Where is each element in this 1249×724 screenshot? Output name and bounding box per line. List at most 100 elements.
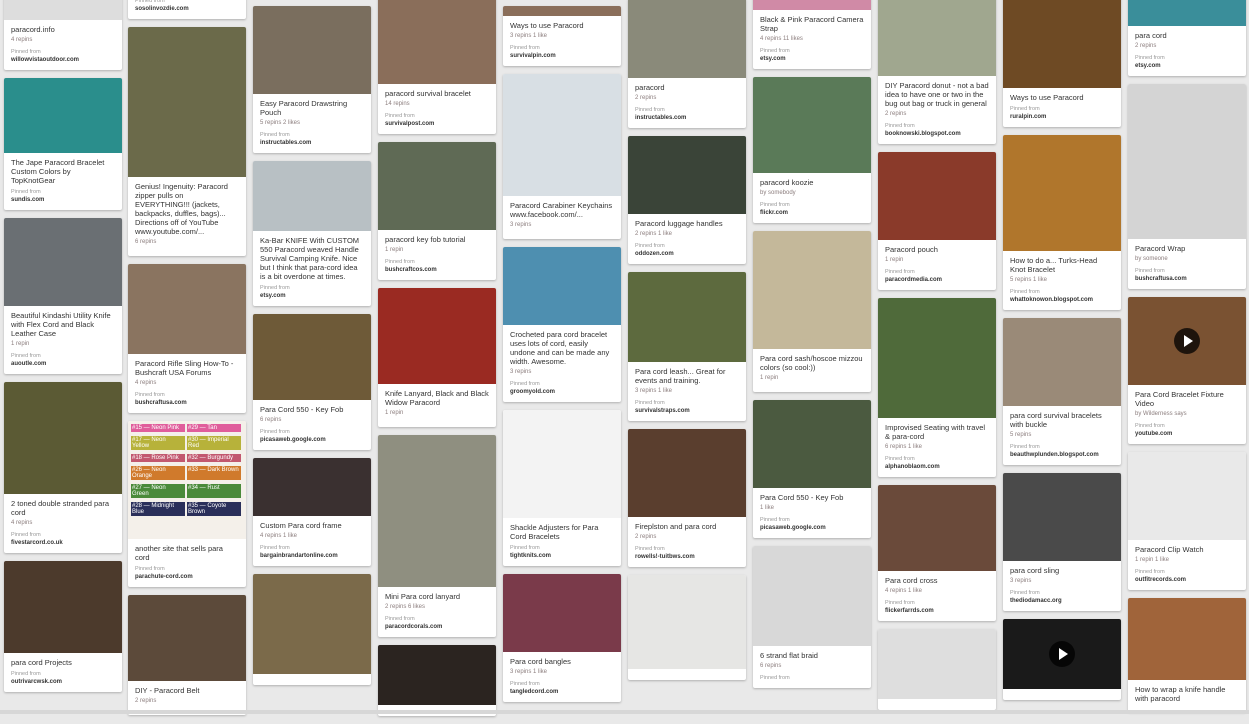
pin-image[interactable] bbox=[1128, 598, 1246, 680]
pin-card[interactable]: Ways to use Paracord Pinned from ruralpin.… bbox=[1003, 0, 1121, 127]
pin-card[interactable]: paracord koozie by somebody Pinned from fli… bbox=[753, 77, 871, 223]
pin-card[interactable]: #15 — Neon Pink #29 — Tan #17 — Neon Yello… bbox=[128, 421, 246, 587]
pin-card[interactable]: Pinned from sosolinvozdie.com bbox=[128, 0, 246, 19]
pin-image[interactable] bbox=[378, 645, 496, 705]
scrollbar-horizontal[interactable] bbox=[0, 710, 1249, 714]
pin-image[interactable] bbox=[4, 218, 122, 306]
pin-source[interactable]: flickerfarrds.com bbox=[885, 607, 989, 615]
pin-card[interactable]: Para cord sash/hoscoe mizzou colors (so … bbox=[753, 231, 871, 392]
pin-card[interactable]: Crocheted para cord bracelet uses lots o… bbox=[503, 247, 621, 402]
pin-source[interactable]: tightknits.com bbox=[510, 552, 614, 560]
pin-card[interactable]: para cord sling 3 repins Pinned from thedio… bbox=[1003, 473, 1121, 611]
pin-card[interactable] bbox=[878, 629, 996, 710]
pin-card[interactable]: para cord Projects Pinned from outrivarcws… bbox=[4, 561, 122, 692]
pin-card[interactable] bbox=[1003, 619, 1121, 700]
pin-card[interactable]: Mini Para cord lanyard 2 repins 6 likes Pi… bbox=[378, 435, 496, 637]
pin-source[interactable]: etsy.com bbox=[1135, 62, 1239, 70]
pin-image[interactable] bbox=[4, 561, 122, 653]
pin-image[interactable] bbox=[4, 0, 122, 20]
pin-source[interactable]: paracordcorals.com bbox=[385, 623, 489, 631]
pin-card[interactable] bbox=[253, 574, 371, 685]
pin-card[interactable] bbox=[628, 575, 746, 680]
pin-source[interactable]: bushcraftusa.com bbox=[1135, 275, 1239, 283]
pin-card[interactable]: How to do a... Turks-Head Knot Bracelet 5… bbox=[1003, 135, 1121, 310]
pin-image[interactable] bbox=[878, 629, 996, 699]
pin-card[interactable]: Custom Para cord frame 4 repins 1 like Pin… bbox=[253, 458, 371, 566]
pin-source[interactable]: sosolinvozdie.com bbox=[135, 5, 239, 13]
pin-image[interactable] bbox=[1003, 473, 1121, 561]
pin-card[interactable]: Paracord Clip Watch 1 repin 1 like Pinned … bbox=[1128, 452, 1246, 590]
pin-card[interactable]: paracord.info 4 repins Pinned from willowvi… bbox=[4, 0, 122, 70]
pin-source[interactable]: paracordmedia.com bbox=[885, 276, 989, 284]
pin-card[interactable]: Para Cord 550 - Key Fob 1 like Pinned from… bbox=[753, 400, 871, 538]
pin-image[interactable] bbox=[378, 435, 496, 587]
pin-image[interactable] bbox=[1128, 0, 1246, 26]
pin-image[interactable]: #15 — Neon Pink #29 — Tan #17 — Neon Yello… bbox=[128, 421, 246, 539]
pin-card[interactable]: Para cord bangles 3 repins 1 like Pinned f… bbox=[503, 574, 621, 702]
pin-image[interactable] bbox=[628, 136, 746, 214]
pin-source[interactable]: survivalstraps.com bbox=[635, 407, 739, 415]
pin-card[interactable]: paracord 2 repins Pinned from instructables… bbox=[628, 0, 746, 128]
pin-image[interactable] bbox=[878, 485, 996, 571]
pin-image[interactable] bbox=[1003, 135, 1121, 251]
pin-image[interactable] bbox=[628, 429, 746, 517]
pin-image[interactable] bbox=[378, 288, 496, 384]
pin-image[interactable] bbox=[378, 0, 496, 84]
pin-card[interactable]: Shackle Adjusters for Para Cord Bracelet… bbox=[503, 410, 621, 566]
pin-image[interactable] bbox=[753, 400, 871, 488]
pin-source[interactable]: picasaweb.google.com bbox=[260, 436, 364, 444]
pin-card[interactable]: Ka-Bar KNIFE With CUSTOM 550 Paracord we… bbox=[253, 161, 371, 306]
pin-image[interactable] bbox=[878, 152, 996, 240]
pin-image[interactable] bbox=[378, 142, 496, 230]
pin-source[interactable]: outfitrecords.com bbox=[1135, 576, 1239, 584]
pin-image[interactable] bbox=[253, 161, 371, 231]
pin-source[interactable]: willowvistaoutdoor.com bbox=[11, 56, 115, 64]
pin-source[interactable]: fivestarcord.co.uk bbox=[11, 539, 115, 547]
pin-card[interactable]: Beautiful Kindashi Utility Knife with Fl… bbox=[4, 218, 122, 374]
pin-source[interactable]: etsy.com bbox=[260, 292, 364, 300]
pin-card[interactable]: Para cord cross 4 repins 1 like Pinned fro… bbox=[878, 485, 996, 621]
pin-source[interactable]: beauthwplunden.blogspot.com bbox=[1010, 451, 1114, 459]
pin-card[interactable]: Fireplston and para cord 2 repins Pinned f… bbox=[628, 429, 746, 567]
pin-image[interactable] bbox=[253, 574, 371, 674]
pin-card[interactable]: Knife Lanyard, Black and Black Widow Par… bbox=[378, 288, 496, 427]
pin-image[interactable] bbox=[1003, 0, 1121, 88]
pin-card[interactable]: Para Cord Bracelet Fixture Video by Wilde… bbox=[1128, 297, 1246, 444]
pin-card[interactable]: Paracord pouch 1 repin Pinned from paracord… bbox=[878, 152, 996, 290]
pin-source[interactable]: etsy.com bbox=[760, 55, 864, 63]
pin-source[interactable]: groomyold.com bbox=[510, 388, 614, 396]
pin-source[interactable]: survivalpost.com bbox=[385, 120, 489, 128]
pin-image[interactable] bbox=[253, 314, 371, 400]
pin-image[interactable] bbox=[128, 264, 246, 354]
pin-image[interactable] bbox=[4, 78, 122, 153]
pin-source[interactable]: instructables.com bbox=[260, 139, 364, 147]
pin-image[interactable] bbox=[878, 0, 996, 76]
pin-card[interactable]: DIY Paracord donut - not a bad idea to h… bbox=[878, 0, 996, 144]
pin-card[interactable]: DIY - Paracord Belt 2 repins bbox=[128, 595, 246, 715]
pin-source[interactable]: flickr.com bbox=[760, 209, 864, 217]
pin-card[interactable]: paracord survival bracelet 14 repins Pinne… bbox=[378, 0, 496, 134]
pin-source[interactable]: ruralpin.com bbox=[1010, 113, 1114, 121]
pin-image[interactable] bbox=[628, 0, 746, 78]
pin-card[interactable]: Improvised Seating with travel & para-co… bbox=[878, 298, 996, 477]
pin-card[interactable]: Easy Paracord Drawstring Pouch 5 repins 2… bbox=[253, 6, 371, 153]
pin-source[interactable]: oddozen.com bbox=[635, 250, 739, 258]
pin-image[interactable] bbox=[628, 575, 746, 669]
pin-card[interactable]: para cord 2 repins Pinned from etsy.com bbox=[1128, 0, 1246, 76]
pin-card[interactable] bbox=[378, 645, 496, 716]
pin-source[interactable]: tangledcord.com bbox=[510, 688, 614, 696]
pin-card[interactable]: 6 strand flat braid 6 repins Pinned from bbox=[753, 546, 871, 688]
pin-source[interactable]: outrivarcwsk.com bbox=[11, 678, 115, 686]
play-icon[interactable] bbox=[1174, 328, 1200, 354]
pin-source[interactable]: booknowski.blogspot.com bbox=[885, 130, 989, 138]
pin-source[interactable]: alphanoblaom.com bbox=[885, 463, 989, 471]
pin-image[interactable] bbox=[1128, 84, 1246, 239]
pin-card[interactable]: Genius! Ingenuity: Paracord zipper pulls… bbox=[128, 27, 246, 256]
pin-card[interactable]: Para cord leash... Great for events and … bbox=[628, 272, 746, 421]
pin-image[interactable] bbox=[753, 77, 871, 173]
pin-card[interactable]: Paracord Carabiner Keychains www.faceboo… bbox=[503, 74, 621, 239]
pin-image[interactable] bbox=[503, 574, 621, 652]
pin-source[interactable]: auoutle.com bbox=[11, 360, 115, 368]
pin-card[interactable]: Black & Pink Paracord Camera Strap 4 repi… bbox=[753, 0, 871, 69]
pin-image[interactable] bbox=[753, 231, 871, 349]
